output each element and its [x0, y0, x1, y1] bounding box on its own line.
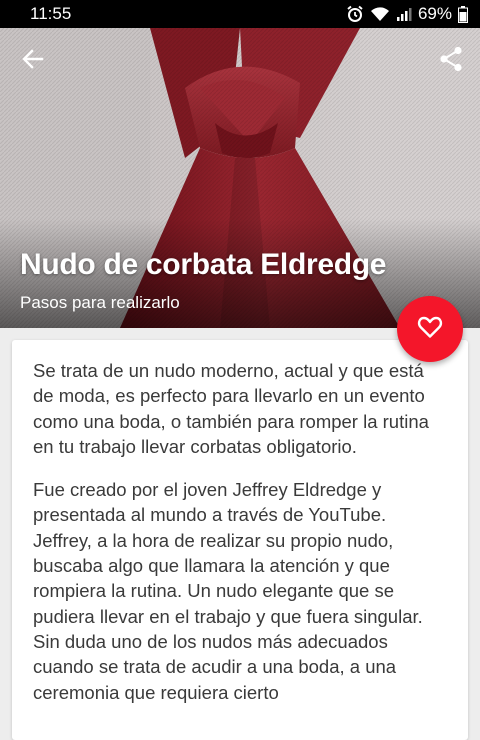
- battery-icon: [458, 5, 468, 23]
- article-card: Se trata de un nudo moderno, actual y qu…: [12, 340, 468, 740]
- heart-icon: [417, 315, 443, 344]
- status-time: 11:55: [30, 4, 72, 23]
- arrow-left-icon: [22, 48, 44, 74]
- share-icon: [439, 46, 463, 77]
- header-image: Nudo de corbata Eldredge Pasos para real…: [0, 28, 480, 328]
- battery-percent: 69%: [417, 4, 452, 23]
- favorite-button[interactable]: [397, 296, 463, 362]
- page-subtitle: Pasos para realizarlo: [20, 293, 180, 312]
- share-button[interactable]: [436, 46, 466, 76]
- status-icons: 69%: [346, 4, 468, 24]
- back-button[interactable]: [18, 46, 48, 76]
- alarm-icon: [346, 5, 364, 23]
- signal-icon: [396, 6, 412, 22]
- wifi-icon: [370, 6, 390, 22]
- page-title: Nudo de corbata Eldredge: [20, 248, 387, 281]
- article-paragraph: Fue creado por el joven Jeffrey Eldredge…: [33, 479, 423, 703]
- status-bar: 11:55 69%: [0, 0, 480, 28]
- article-paragraph: Se trata de un nudo moderno, actual y qu…: [33, 360, 429, 457]
